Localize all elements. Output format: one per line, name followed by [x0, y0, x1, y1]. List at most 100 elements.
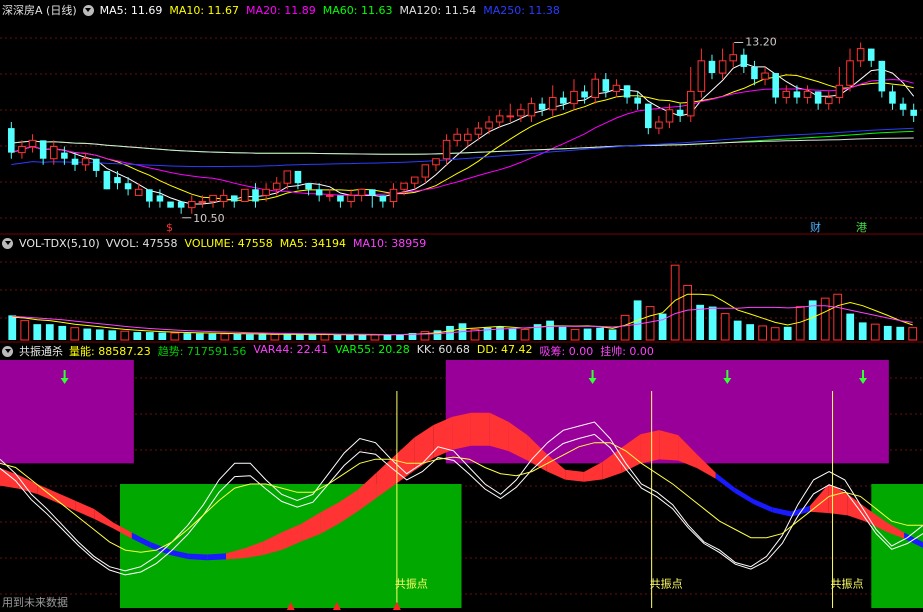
volume-bar [383, 334, 392, 340]
volume-bar [45, 324, 54, 340]
collapse-icon[interactable] [82, 4, 94, 16]
candle-body [432, 158, 440, 166]
var-ribbon-segment [452, 412, 471, 450]
candle-body [889, 91, 896, 104]
resonance-label: 共振点 [650, 576, 683, 590]
var-ribbon-segment [207, 553, 227, 561]
volume-bar [508, 328, 517, 340]
candle-body [315, 189, 323, 196]
volume-bar [320, 334, 330, 341]
indicator-items: 量能: 88587.23 趋势: 717591.56 VAR44: 22.41 VAR… [69, 343, 654, 359]
volume-bar [296, 334, 304, 340]
volume-bar [883, 325, 892, 340]
candle-body [464, 133, 472, 141]
volume-label-2: MA5: 34194 [279, 236, 347, 250]
price-ma-line-250 [11, 127, 914, 168]
candle-body [453, 133, 461, 141]
price-ma-label-4: MA120: 11.54 [399, 3, 477, 17]
volume-bar [908, 327, 918, 341]
candle-body [835, 84, 844, 99]
candle-body [337, 195, 344, 202]
candle-body [867, 48, 875, 61]
volume-bar [858, 322, 867, 340]
price-ma-list: MA5: 11.69 MA10: 11.67 MA20: 11.89 MA60: 11… [100, 4, 560, 17]
candle-body [560, 97, 567, 104]
volume-bar [33, 324, 42, 340]
volume-bar [820, 297, 830, 341]
volume-bar [596, 327, 604, 340]
volume-bar [420, 331, 430, 341]
volume-bar [870, 323, 880, 341]
high-price-label: 13.20 [745, 35, 777, 48]
candle-body [421, 164, 430, 178]
volume-bar [120, 330, 130, 341]
indicator-panel-header: 共振通杀 量能: 88587.23 趋势: 717591.56 VAR44: 22.… [0, 343, 654, 359]
collapse-icon[interactable] [2, 345, 13, 357]
volume-bar [258, 334, 267, 340]
volume-bar [58, 325, 67, 340]
candle-body [326, 194, 334, 197]
candle-body [644, 103, 652, 129]
volume-bar [170, 332, 180, 341]
volume-bar [270, 333, 280, 341]
volume-bar [246, 334, 254, 340]
candle-body [686, 90, 695, 117]
volume-label-1: VOLUME: 47558 [184, 236, 273, 250]
volume-bar [520, 328, 530, 341]
candle-body [241, 188, 249, 203]
candle-body [262, 188, 270, 196]
stock-title: 深深房A (日线) [2, 4, 77, 17]
var-ribbon-segment [188, 553, 208, 561]
volume-bar [108, 330, 117, 340]
candle-body [252, 189, 259, 202]
candle-body [570, 90, 578, 105]
candle-body [379, 195, 387, 202]
volume-bar [896, 326, 905, 340]
candle-body [846, 60, 854, 86]
indicator-label-7: 挂帅: 0.00 [600, 345, 654, 358]
candle-body [856, 48, 865, 62]
var-ribbon-segment [734, 487, 754, 505]
candle-body [910, 109, 917, 116]
indicator-title: 共振通杀 [19, 345, 63, 358]
volume-bar [220, 333, 230, 341]
volume-bar [20, 320, 30, 341]
volume-title: VOL-TDX(5,10) [19, 236, 100, 250]
candle-body [676, 109, 684, 116]
var-ribbon-segment [94, 509, 114, 529]
candle-body [114, 177, 121, 184]
candle-body [495, 115, 504, 123]
volume-bar [70, 327, 80, 341]
price-ma-label-1: MA10: 11.67 [169, 3, 240, 17]
candle-body [187, 201, 196, 209]
candle-body [761, 72, 769, 80]
volume-label-3: MA10: 38959 [353, 236, 427, 250]
candle-body [782, 90, 791, 99]
candle-body [156, 195, 164, 202]
var-ribbon-segment [715, 472, 735, 493]
candle-body [283, 170, 292, 184]
volume-bar [720, 313, 730, 341]
price-ma-label-2: MA20: 11.89 [246, 3, 316, 17]
volume-bar [746, 324, 755, 340]
volume-bar [133, 332, 142, 340]
volume-bar [95, 329, 104, 340]
var-ribbon-segment [772, 507, 792, 517]
indicator-label-5: DD: 47.42 [476, 343, 533, 356]
volume-bar [396, 334, 404, 340]
volume-bar [783, 326, 792, 340]
volume-bar [758, 325, 768, 341]
volume-bar [433, 330, 442, 340]
candle-body [124, 183, 132, 190]
resonance-label: 共振点 [831, 576, 864, 590]
volume-bar [558, 326, 567, 340]
volume-bar [233, 334, 242, 340]
candle-body [400, 182, 408, 190]
volume-bar [145, 332, 154, 340]
collapse-icon[interactable] [2, 237, 13, 249]
volume-bar [83, 328, 92, 340]
price-panel-header: 深深房A (日线) MA5: 11.69 MA10: 11.67 MA20: 11.… [0, 2, 560, 18]
candle-body [167, 201, 174, 208]
volume-label-0: VVOL: 47558 [105, 236, 178, 250]
stock-chart: 13.20 10.50 $ 财 港共振点 共振点 共振点 [0, 35, 923, 610]
